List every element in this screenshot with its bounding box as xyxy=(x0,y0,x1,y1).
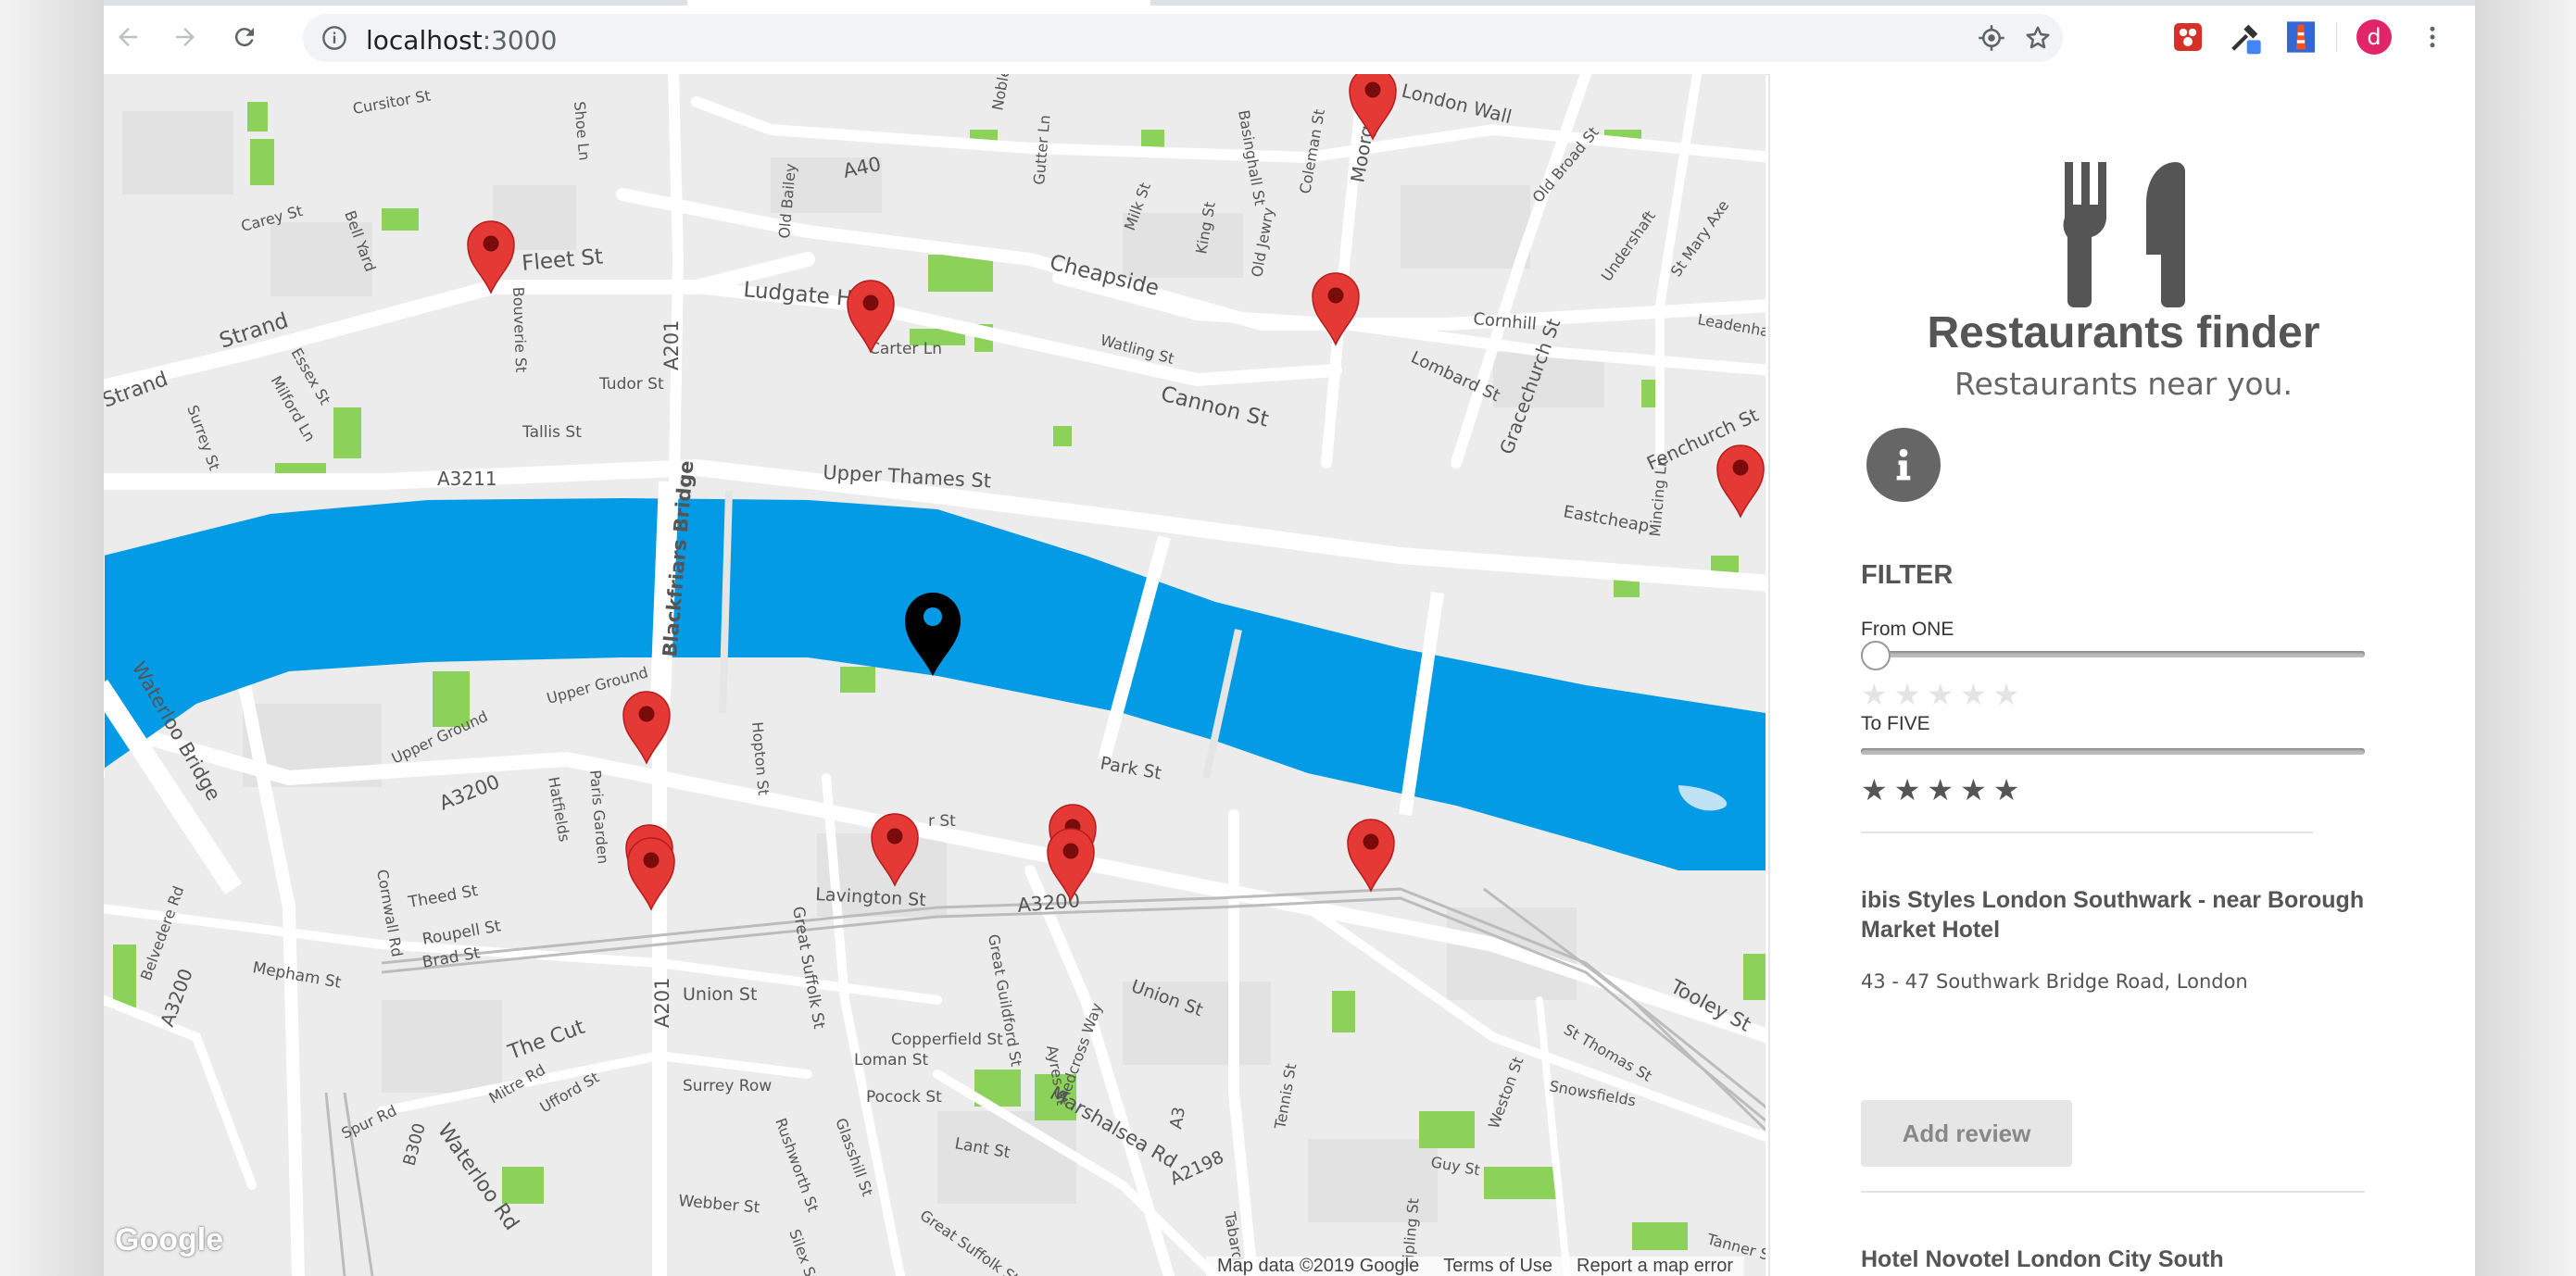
browser-toolbar: localhost:3000 d xyxy=(104,0,2475,75)
info-icon[interactable] xyxy=(321,25,347,51)
star-icon: ★ xyxy=(1861,773,1888,807)
to-label: To FIVE xyxy=(1861,713,1930,734)
star-icon: ★ xyxy=(1960,773,1987,807)
from-slider[interactable] xyxy=(1861,651,2365,657)
label-tudor-st: Tudor St xyxy=(598,375,664,394)
app-title: Restaurants finder xyxy=(1927,308,2320,357)
star-icon: ★ xyxy=(1960,678,1987,711)
desktop-background-left xyxy=(0,0,104,1276)
reload-icon xyxy=(234,28,254,47)
label-a201-south: A201 xyxy=(651,978,673,1028)
filter-heading: FILTER xyxy=(1861,560,1954,590)
app-subtitle: Restaurants near you. xyxy=(1954,366,2293,402)
forward-icon xyxy=(176,28,195,46)
url-text[interactable]: localhost:3000 xyxy=(366,25,557,56)
restaurant-address: 43 - 47 Southwark Bridge Road, London xyxy=(1861,970,2248,993)
label-tallis-st: Tallis St xyxy=(521,423,582,442)
star-icon: ★ xyxy=(1992,678,2020,711)
from-label: From ONE xyxy=(1861,619,1954,640)
utensils-icon xyxy=(2063,162,2185,307)
label-a3211: A3211 xyxy=(437,468,497,490)
star-icon: ★ xyxy=(1893,678,1921,711)
to-rating-stars: ★ ★ ★ ★ ★ xyxy=(1861,775,2019,805)
active-tab[interactable] xyxy=(687,0,1150,6)
desktop-background-right xyxy=(2475,0,2576,1276)
label-bouverie-st: Bouverie St xyxy=(509,286,530,372)
google-logo: Google xyxy=(115,1222,224,1257)
reload-button[interactable] xyxy=(224,17,265,57)
address-bar[interactable]: localhost:3000 xyxy=(303,14,2063,62)
map-canvas[interactable]: Fleet St Strand Strand Ludgate Hill Chea… xyxy=(104,74,1766,1276)
divider xyxy=(1861,832,2313,833)
label-pocock-st: Pocock St xyxy=(866,1088,942,1107)
label-loman-st: Loman St xyxy=(854,1051,929,1070)
star-icon: ★ xyxy=(1893,773,1921,807)
location-icon[interactable] xyxy=(1978,24,2005,52)
label-copperfield-st: Copperfield St xyxy=(891,1031,1003,1049)
tab-strip xyxy=(104,0,2475,6)
report-error-link[interactable]: Report a map error xyxy=(1577,1256,1733,1276)
back-icon xyxy=(119,28,137,46)
star-icon[interactable] xyxy=(2024,24,2052,52)
back-button[interactable] xyxy=(107,17,148,57)
toolbar-separator xyxy=(2336,22,2337,52)
add-review-button[interactable]: Add review xyxy=(1861,1100,2072,1167)
url-port: :3000 xyxy=(482,25,558,56)
eyedropper-icon[interactable] xyxy=(2227,19,2264,56)
label-a201: A201 xyxy=(660,320,683,370)
to-slider[interactable] xyxy=(1861,748,2365,755)
map-data-text: Map data ©2019 Google xyxy=(1217,1256,1420,1276)
divider xyxy=(1861,1191,2365,1193)
menu-icon xyxy=(2430,26,2435,48)
map-attribution: Map data ©2019 Google Terms of Use Repor… xyxy=(1206,1256,1745,1276)
star-icon: ★ xyxy=(1927,678,1954,711)
extension-icon[interactable] xyxy=(2169,19,2206,56)
from-rating-stars: ★ ★ ★ ★ ★ xyxy=(1861,680,2019,709)
profile-avatar[interactable]: d xyxy=(2356,19,2392,55)
label-surrey-row: Surrey Row xyxy=(683,1077,772,1095)
from-slider-thumb[interactable] xyxy=(1861,641,1891,670)
map-view[interactable]: Fleet St Strand Strand Ludgate Hill Chea… xyxy=(104,74,1766,1276)
star-icon: ★ xyxy=(1992,773,2020,807)
star-icon: ★ xyxy=(1861,678,1888,711)
label-a3: A3 xyxy=(1166,1106,1189,1131)
label-r-st: r St xyxy=(928,812,956,831)
star-icon: ★ xyxy=(1927,773,1954,807)
menu-button[interactable] xyxy=(2412,17,2453,57)
info-icon xyxy=(1896,448,1911,481)
forward-button[interactable] xyxy=(165,17,206,57)
sidebar: Restaurants finder Restaurants near you.… xyxy=(1768,74,2475,1276)
label-union-st: Union St xyxy=(683,984,757,1005)
restaurant-name[interactable]: ibis Styles London Southwark - near Boro… xyxy=(1861,885,2380,944)
terms-link[interactable]: Terms of Use xyxy=(1443,1256,1552,1276)
label-carter-ln: Carter Ln xyxy=(869,340,942,358)
restaurant-name[interactable]: Hotel Novotel London City South xyxy=(1861,1246,2224,1273)
url-host: localhost xyxy=(366,25,483,56)
info-button[interactable] xyxy=(1866,428,1941,502)
browser-window: localhost:3000 d Fleet St Strand Strand … xyxy=(104,0,2475,1276)
lighthouse-icon[interactable] xyxy=(2282,19,2319,56)
